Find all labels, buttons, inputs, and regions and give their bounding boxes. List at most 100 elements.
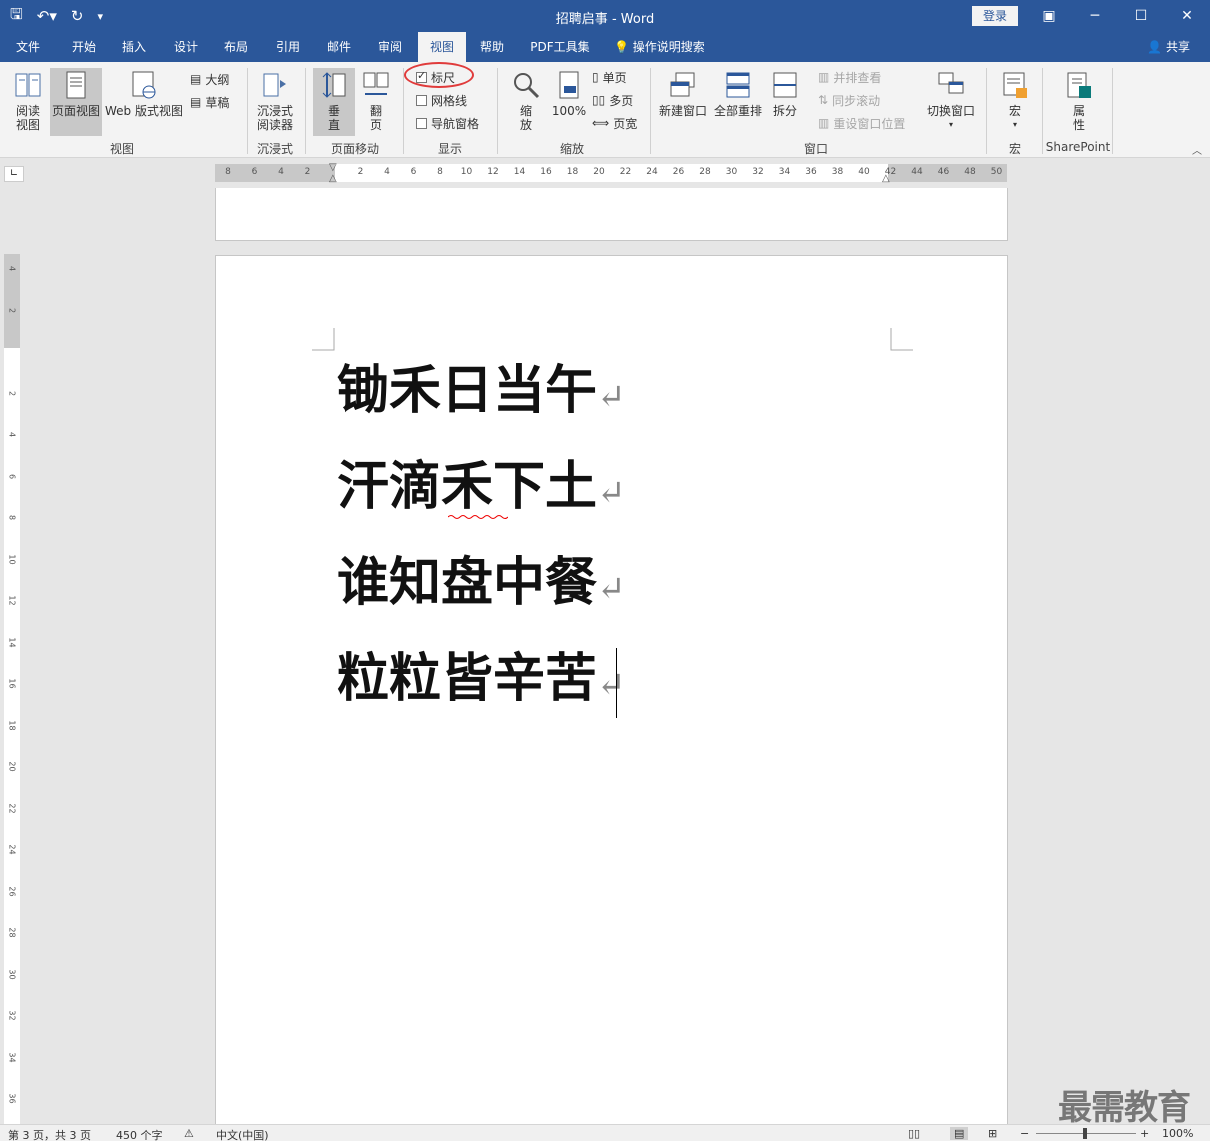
poem-line-3[interactable]: 谁知盘中餐↵ <box>337 553 626 619</box>
one-page-button[interactable]: ▯ 单页 <box>592 68 627 86</box>
web-layout-icon <box>132 71 156 99</box>
zoom-100-icon <box>559 71 579 99</box>
ruler-tick-label: 24 <box>7 844 17 855</box>
ruler-tick-label: 30 <box>725 167 738 177</box>
right-indent-marker[interactable]: △ <box>882 173 890 184</box>
split-button[interactable]: 拆分 <box>766 70 804 118</box>
tab-design[interactable]: 设计 <box>164 32 208 62</box>
ribbon-view: 阅读视图 页面视图 Web 版式视图 ▤ 大纲 ▤ 草稿 视图 沉浸式阅读器 沉浸式… <box>0 62 1210 158</box>
ruler-tick-label: 8 <box>7 514 17 521</box>
zoom-out-button[interactable]: − <box>1020 1127 1029 1140</box>
ruler-tick-label: 12 <box>7 595 17 606</box>
margin-corner-mark <box>890 328 913 351</box>
macros-button[interactable]: 宏 ▾ <box>996 70 1034 132</box>
web-layout-status-icon[interactable]: ⊞ <box>988 1127 997 1140</box>
ruler-tick-label: 10 <box>7 553 17 565</box>
draft-button[interactable]: ▤ 草稿 <box>190 93 229 111</box>
ruler-tick-label: 20 <box>593 167 605 177</box>
ruler-tick-label: 22 <box>7 802 17 814</box>
gridlines-checkbox[interactable]: 网格线 <box>416 91 467 109</box>
group-label-sharepoint: SharePoint <box>1045 140 1111 154</box>
horizontal-ruler[interactable]: 8 6 4 2 2 4 6 8 10 12 14 16 18 20 22 24 26 28 30 32 34 36 38 40… <box>215 162 1007 184</box>
watermark-logo: 最需教育 <box>1058 1088 1191 1128</box>
ruler-tick-label: 2 <box>357 167 364 177</box>
tab-references[interactable]: 引用 <box>266 32 310 62</box>
hanging-indent-marker[interactable]: △ <box>329 173 337 184</box>
read-mode-status-icon[interactable]: ▯▯ <box>908 1127 920 1140</box>
ruler-tick-label: 30 <box>7 968 17 980</box>
sync-scroll-icon: ⇅ <box>818 93 829 107</box>
read-mode-button[interactable]: 阅读视图 <box>8 70 48 132</box>
nav-pane-check-icon[interactable] <box>416 117 427 129</box>
previous-page <box>215 188 1008 241</box>
multiple-pages-button[interactable]: ▯▯ 多页 <box>592 91 633 109</box>
tell-me-search[interactable]: 💡 操作说明搜索 <box>614 32 724 62</box>
arrange-all-button[interactable]: 全部重排 <box>712 70 764 118</box>
zoom-slider-thumb[interactable] <box>1083 1128 1087 1139</box>
ruler-tick-label: 36 <box>7 1093 17 1104</box>
divider <box>1042 68 1043 154</box>
zoom-level[interactable]: 100% <box>1162 1127 1193 1140</box>
outline-button[interactable]: ▤ 大纲 <box>190 70 229 88</box>
reset-window-position-button[interactable]: ▥ 重设窗口位置 <box>818 114 905 132</box>
maximize-button[interactable]: ☐ <box>1118 0 1164 32</box>
switch-windows-button[interactable]: 切换窗口 ▾ <box>924 70 978 132</box>
gridlines-check-icon[interactable] <box>416 94 427 106</box>
print-layout-status-icon[interactable]: ▤ <box>950 1127 969 1140</box>
properties-button[interactable]: 属性 <box>1060 70 1098 132</box>
vertical-ruler[interactable]: 422468101214161820222426283032343638 <box>4 254 20 1141</box>
tab-view[interactable]: 视图 <box>418 32 466 62</box>
person-icon: 👤 <box>1147 40 1163 54</box>
ruler-tick-label: 36 <box>805 167 817 177</box>
proofing-icon[interactable]: ⚠ <box>184 1127 194 1140</box>
document-page[interactable]: 锄禾日当午↵ 汗滴禾下土↵ 谁知盘中餐↵ 粒粒皆辛苦↵ <box>215 255 1008 1125</box>
tab-pdf-tools[interactable]: PDF工具集 <box>524 32 596 62</box>
page-count[interactable]: 第 3 页，共 3 页 <box>8 1127 91 1141</box>
ruler-tick-label: 12 <box>487 167 499 177</box>
ruler-tick-label: 4 <box>7 431 17 438</box>
tab-file[interactable]: 文件 <box>6 32 50 62</box>
minimize-button[interactable]: ─ <box>1072 0 1118 32</box>
web-layout-button[interactable]: Web 版式视图 <box>104 70 184 118</box>
paragraph-mark-icon: ↵ <box>597 665 626 705</box>
tab-mailings[interactable]: 邮件 <box>317 32 361 62</box>
first-line-indent-marker[interactable]: ▽ <box>329 162 337 173</box>
new-window-button[interactable]: 新建窗口 <box>656 70 710 118</box>
divider <box>986 68 987 154</box>
immersive-reader-button[interactable]: 沉浸式阅读器 <box>252 70 298 132</box>
language[interactable]: 中文(中国) <box>216 1127 269 1141</box>
poem-line-1[interactable]: 锄禾日当午↵ <box>337 361 626 427</box>
tab-help[interactable]: 帮助 <box>470 32 514 62</box>
login-button[interactable]: 登录 <box>972 6 1018 26</box>
highlight-circle <box>404 62 474 88</box>
nav-pane-checkbox[interactable]: 导航窗格 <box>416 114 479 132</box>
view-side-by-side-button[interactable]: ▥ 并排查看 <box>818 68 881 86</box>
tab-layout[interactable]: 布局 <box>214 32 258 62</box>
side-to-side-button[interactable]: 翻页 <box>358 70 394 132</box>
ruler-tick-label: 24 <box>646 167 658 177</box>
print-layout-button[interactable]: 页面视图 <box>50 68 102 136</box>
ruler-tick-label: 32 <box>752 167 764 177</box>
page-width-icon: ⟺ <box>592 116 610 130</box>
ruler-tick-label: 50 <box>990 167 1003 177</box>
sync-scroll-button[interactable]: ⇅ 同步滚动 <box>818 91 880 109</box>
tab-review[interactable]: 审阅 <box>368 32 412 62</box>
zoom-100-button[interactable]: 100% <box>548 70 590 118</box>
ruler-tick-label: 14 <box>513 167 526 177</box>
ruler-tick-label: 34 <box>778 167 791 177</box>
tab-home[interactable]: 开始 <box>62 32 106 62</box>
zoom-button[interactable]: 缩放 <box>506 70 546 132</box>
share-button[interactable]: 👤 共享 <box>1147 32 1190 62</box>
tab-selector[interactable]: ∟ <box>4 166 24 182</box>
collapse-ribbon-icon[interactable]: ︿ <box>1192 142 1202 157</box>
close-button[interactable]: ✕ <box>1164 0 1210 32</box>
poem-line-4[interactable]: 粒粒皆辛苦↵ <box>337 649 626 715</box>
word-count[interactable]: 450 个字 <box>116 1127 163 1141</box>
tab-insert[interactable]: 插入 <box>112 32 156 62</box>
ruler-tick-label: 4 <box>278 167 284 177</box>
ribbon-display-icon[interactable]: ▣ <box>1026 0 1072 32</box>
zoom-in-button[interactable]: + <box>1140 1127 1149 1140</box>
page-width-button[interactable]: ⟺ 页宽 <box>592 114 637 132</box>
vertical-button[interactable]: 垂直 <box>313 68 355 136</box>
ruler-tick-label: 6 <box>7 473 17 479</box>
